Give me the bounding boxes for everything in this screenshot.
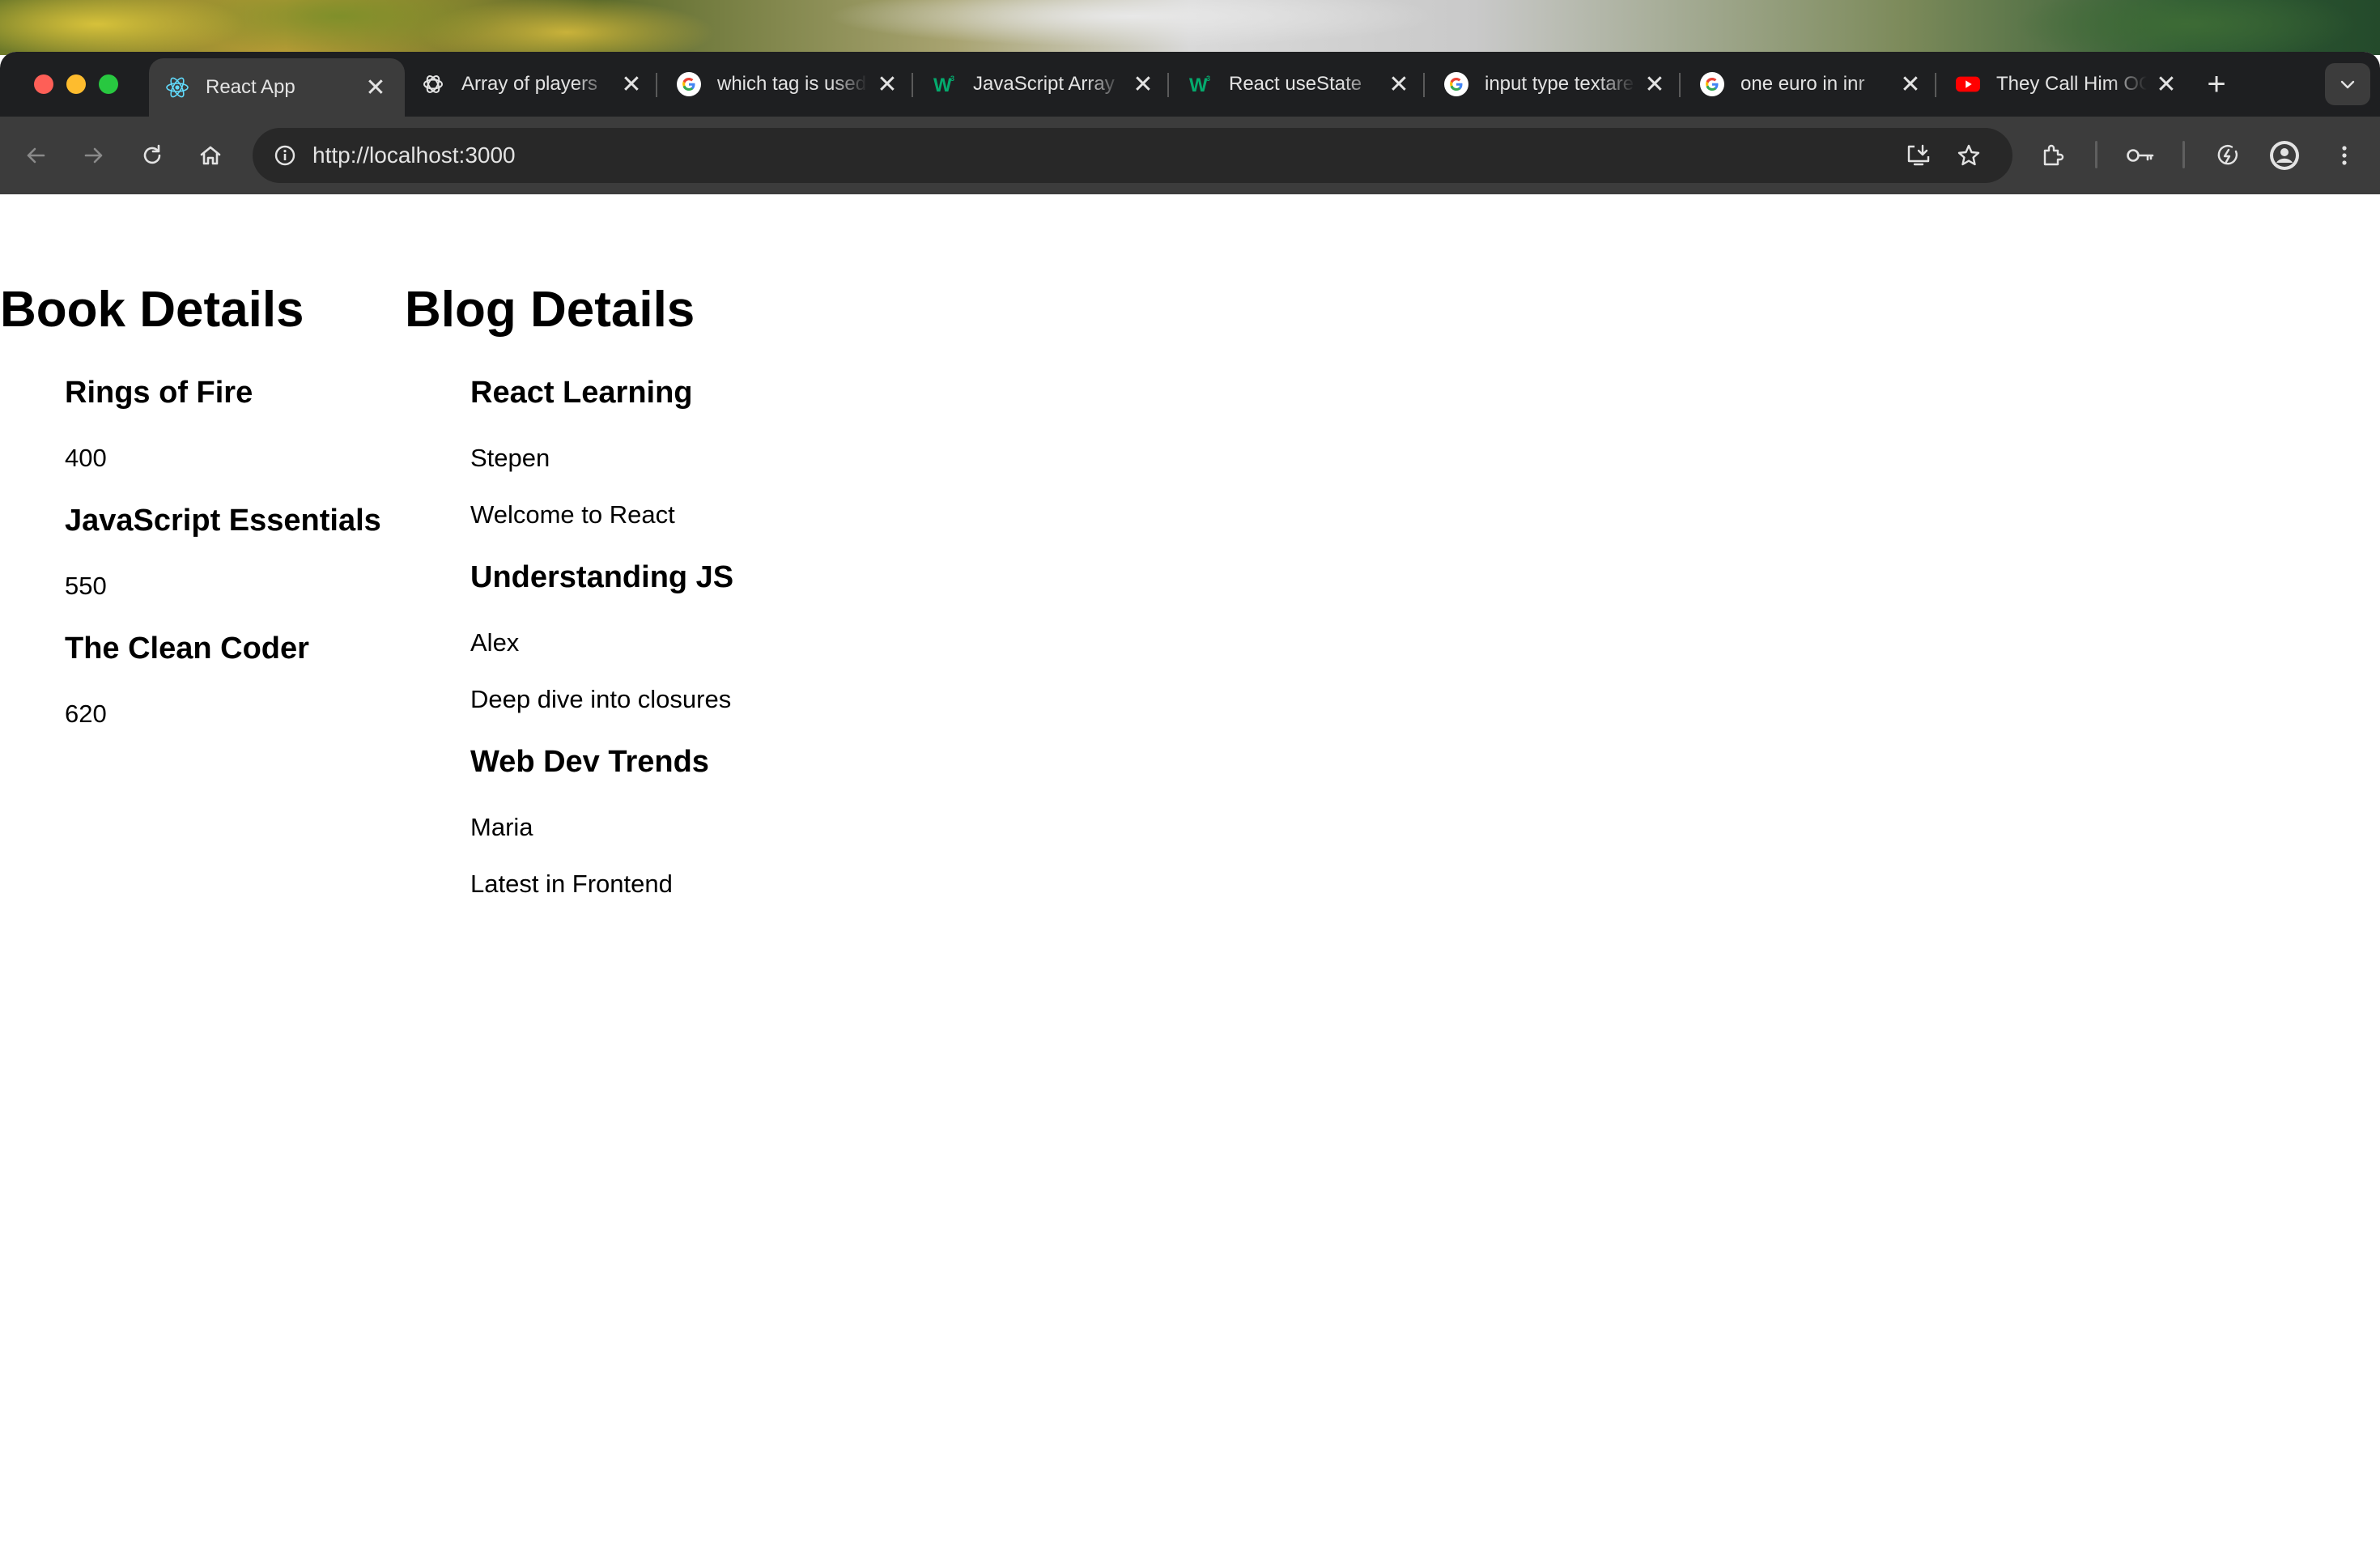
reload-button[interactable]: [133, 136, 172, 175]
tab-close-icon[interactable]: ✕: [1386, 71, 1412, 98]
blog-details-heading: Blog Details: [405, 282, 695, 338]
menu-button[interactable]: [2325, 136, 2364, 175]
tab-title: one euro in inr: [1740, 73, 1865, 95]
forward-arrow-icon: [84, 147, 103, 164]
tab-title: input type textarea: [1485, 73, 1635, 95]
bookmark-button[interactable]: [1949, 136, 1988, 175]
new-tab-button[interactable]: +: [2199, 66, 2234, 102]
book-details-heading: Book Details: [0, 282, 304, 338]
tab-close-icon[interactable]: ✕: [618, 71, 644, 98]
tab-react-usestate[interactable]: W3 React useState ✕: [1172, 58, 1428, 110]
tab-title: which tag is used: [717, 73, 867, 95]
tab-array-of-players[interactable]: Array of players ✕: [405, 58, 661, 110]
chevron-down-icon: [2340, 80, 2355, 89]
reload-icon: [143, 144, 161, 164]
back-button[interactable]: [16, 136, 55, 175]
blog-title: React Learning: [470, 376, 693, 410]
star-icon: [1957, 144, 1980, 166]
tab-close-icon[interactable]: ✕: [2153, 71, 2179, 98]
tab-close-icon[interactable]: ✕: [874, 71, 900, 98]
extensions-button[interactable]: [2034, 136, 2072, 175]
site-info-button[interactable]: [266, 136, 304, 175]
tab-title: React App: [206, 76, 295, 98]
w3schools-icon: W3: [1188, 72, 1213, 96]
more-vert-icon: [2342, 146, 2347, 165]
browser-window: React App ✕ Array of players ✕ which tag…: [0, 52, 2380, 1548]
tab-title: They Call Him OG: [1996, 73, 2147, 95]
tab-react-app[interactable]: React App ✕: [149, 58, 405, 117]
blog-title: Understanding JS: [470, 560, 734, 594]
book-pages: 400: [65, 444, 107, 472]
key-icon: [2127, 149, 2154, 162]
blog-content: Latest in Frontend: [470, 870, 673, 898]
browser-toolbar: http://localhost:3000: [0, 117, 2380, 196]
svg-text:3: 3: [950, 74, 954, 83]
blog-content: Deep dive into closures: [470, 685, 732, 713]
profile-button[interactable]: [2265, 136, 2304, 175]
tab-one-euro-in-inr[interactable]: one euro in inr ✕: [1684, 58, 1940, 110]
performance-icon: [2217, 145, 2238, 165]
home-icon: [200, 146, 221, 165]
info-icon: [274, 145, 295, 166]
minimize-window-button[interactable]: [66, 74, 86, 94]
performance-button[interactable]: [2208, 136, 2247, 175]
avatar-icon: [2270, 141, 2299, 170]
forward-button[interactable]: [74, 136, 113, 175]
tab-javascript-array[interactable]: W3 JavaScript Array ✕: [916, 58, 1172, 110]
install-icon: [1907, 144, 1930, 166]
w3schools-icon: W3: [933, 72, 957, 96]
puzzle-icon: [2043, 144, 2064, 166]
svg-text:W: W: [933, 74, 952, 96]
book-pages: 620: [65, 700, 107, 728]
home-button[interactable]: [191, 136, 230, 175]
toolbar-divider: [2182, 141, 2185, 168]
tab-divider: [1679, 73, 1681, 97]
tab-which-tag[interactable]: which tag is used ✕: [661, 58, 916, 110]
tab-close-icon[interactable]: ✕: [1130, 71, 1156, 98]
book-title: JavaScript Essentials: [65, 504, 381, 538]
blog-title: Web Dev Trends: [470, 745, 709, 779]
tab-title: JavaScript Array: [973, 73, 1115, 95]
password-manager-button[interactable]: [2121, 136, 2160, 175]
close-window-button[interactable]: [34, 74, 53, 94]
install-app-button[interactable]: [1899, 136, 1938, 175]
tab-divider: [1935, 73, 1936, 97]
tab-title: React useState: [1229, 73, 1362, 95]
google-icon: [1444, 72, 1468, 96]
book-title: Rings of Fire: [65, 376, 253, 410]
chatgpt-icon: [421, 72, 445, 96]
google-icon: [677, 72, 701, 96]
google-icon: [1700, 72, 1724, 96]
book-title: The Clean Coder: [65, 632, 309, 666]
back-arrow-icon: [27, 147, 45, 164]
address-bar[interactable]: http://localhost:3000: [253, 128, 2012, 183]
svg-text:3: 3: [1206, 74, 1210, 83]
desktop-wallpaper: [0, 0, 2380, 55]
blog-author: Maria: [470, 813, 533, 841]
tab-divider: [1423, 73, 1425, 97]
blog-author: Stepen: [470, 444, 550, 472]
fullscreen-window-button[interactable]: [99, 74, 118, 94]
tab-close-icon[interactable]: ✕: [1642, 71, 1668, 98]
youtube-icon: [1956, 72, 1980, 96]
tab-input-type-textarea[interactable]: input type textarea ✕: [1428, 58, 1684, 110]
url-text[interactable]: http://localhost:3000: [312, 142, 516, 168]
book-pages: 550: [65, 572, 107, 600]
react-icon: [165, 75, 189, 100]
blog-author: Alex: [470, 628, 520, 657]
toolbar-divider: [2095, 141, 2097, 168]
tab-strip: React App ✕ Array of players ✕ which tag…: [0, 52, 2380, 117]
tab-they-call-him-og[interactable]: They Call Him OG ✕: [1940, 58, 2195, 110]
blog-content: Welcome to React: [470, 500, 675, 529]
tab-divider: [656, 73, 657, 97]
tab-divider: [1167, 73, 1169, 97]
tab-title: Array of players: [461, 73, 598, 95]
page-content: Book Details Rings of Fire 400 JavaScrip…: [0, 194, 2380, 1548]
tab-divider: [912, 73, 913, 97]
tab-close-icon[interactable]: ✕: [363, 74, 389, 101]
tab-close-icon[interactable]: ✕: [1898, 71, 1923, 98]
svg-text:W: W: [1189, 74, 1208, 96]
tab-search-button[interactable]: [2325, 63, 2370, 105]
